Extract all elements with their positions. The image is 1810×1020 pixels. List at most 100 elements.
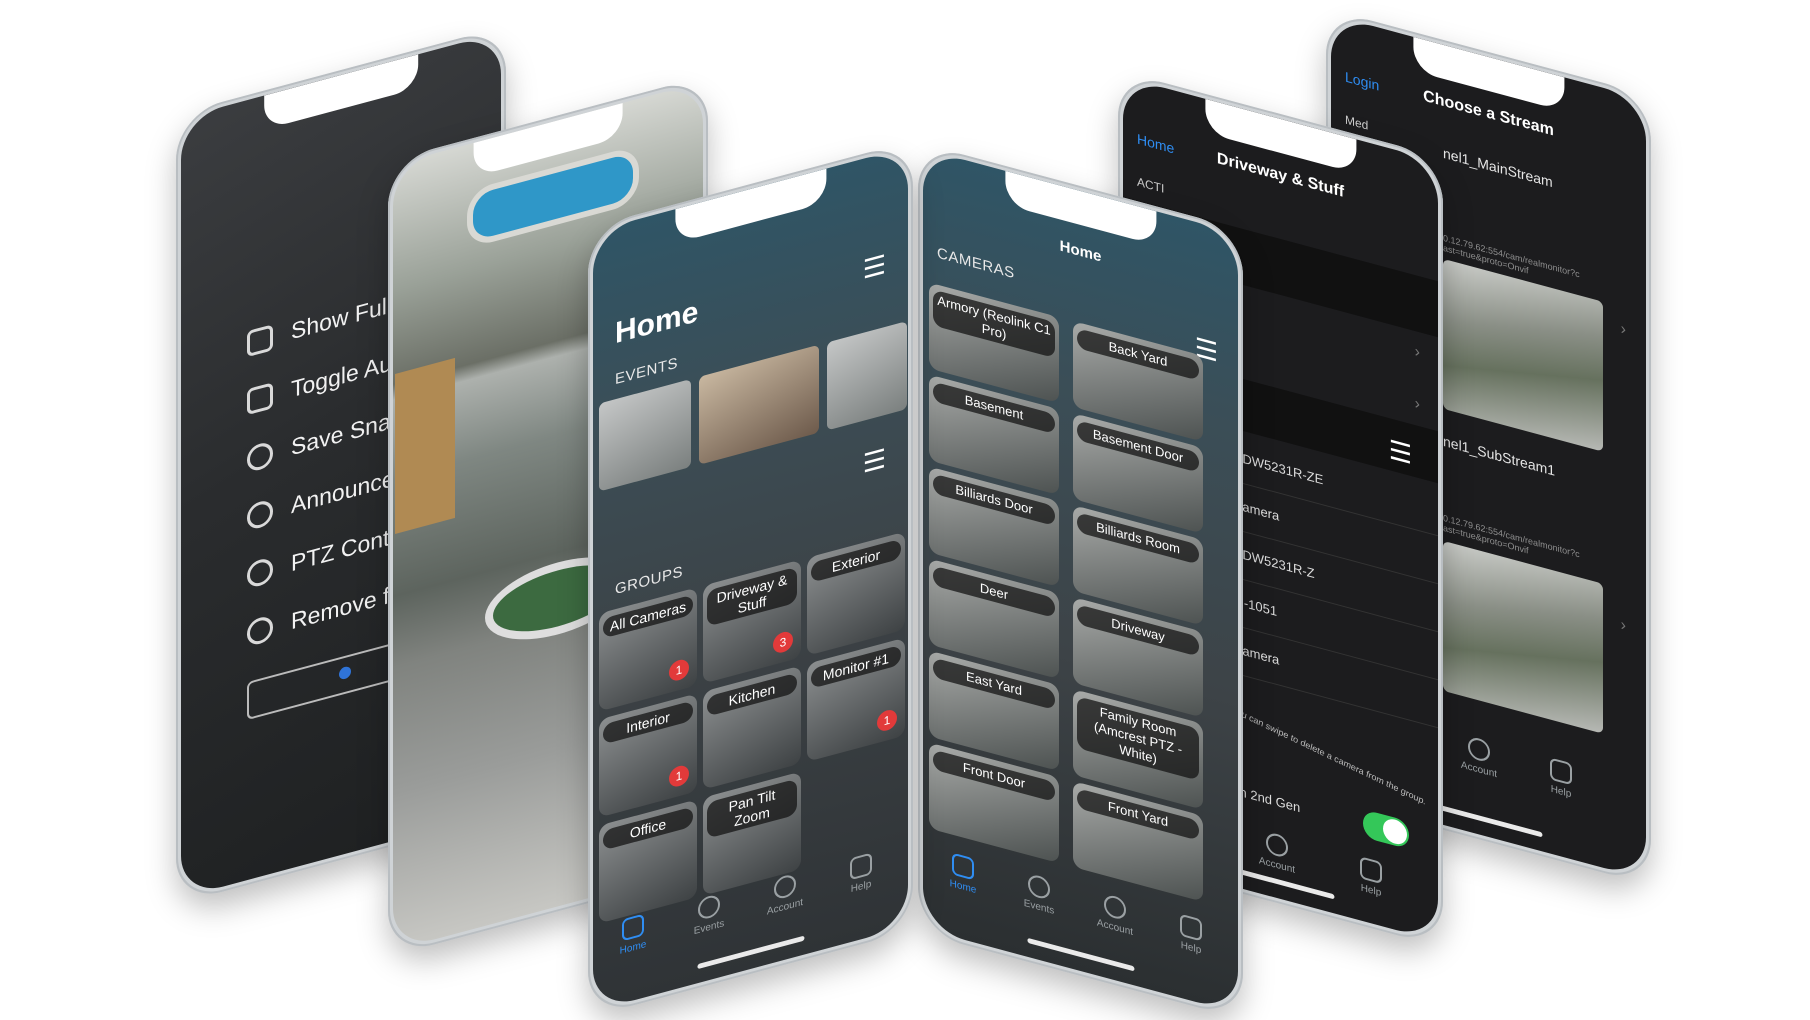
tab-label: Account [1096, 917, 1134, 939]
group-tile[interactable]: Driveway & Stuff 3 [703, 559, 801, 684]
group-label: Driveway & Stuff [707, 566, 797, 627]
group-label: Office [603, 806, 693, 851]
phone-notch [264, 54, 418, 130]
tab-account[interactable]: Account [1085, 888, 1145, 941]
action-announce[interactable]: Announce [247, 465, 395, 532]
home-screen: Home ☰ EVENTS ☰ GROUPS All Cameras 1 Dri… [593, 146, 908, 1012]
tab-label: Help [850, 878, 872, 896]
menu-icon[interactable]: ☰ [863, 249, 886, 286]
action-label: Save Snap [291, 404, 404, 461]
tab-label: Account [766, 896, 804, 918]
tab-help[interactable]: Help [1341, 851, 1401, 904]
tab-help[interactable]: Help [831, 847, 891, 900]
action-save-snapshot[interactable]: Save Snap [247, 404, 404, 473]
tab-events[interactable]: Events [1009, 868, 1069, 921]
account-icon [1468, 735, 1490, 764]
event-thumbnail[interactable] [599, 378, 691, 492]
group-tile[interactable]: Kitchen [703, 665, 801, 790]
cameras-section-label: CAMERAS [937, 244, 1015, 283]
account-icon [1266, 831, 1288, 860]
stream-name-sub[interactable]: nel1_SubStream1 [1443, 433, 1555, 479]
group-label: Kitchen [707, 672, 797, 717]
bug-icon [1180, 913, 1202, 942]
group-tile[interactable]: All Cameras 1 [599, 587, 697, 712]
chevron-right-icon: › [1620, 616, 1626, 635]
tab-account[interactable]: Account [1247, 826, 1307, 879]
action-remove[interactable]: Remove fro [247, 577, 410, 648]
download-icon [247, 439, 273, 473]
toggle-switch[interactable] [1363, 809, 1409, 850]
row-label: ch 2nd Gen [1233, 782, 1301, 816]
tab-label: Help [1360, 882, 1382, 900]
action-label: PTZ Contr [291, 521, 398, 577]
tab-home[interactable]: Home [933, 847, 993, 900]
camera-label: Armory (Reolink C1 Pro) [933, 289, 1055, 359]
tab-account[interactable]: Account [1449, 730, 1509, 783]
tab-label: Help [1180, 939, 1202, 957]
camera-feed-house [395, 357, 455, 534]
tab-label: Home [619, 938, 647, 958]
tab-label: Account [1258, 855, 1296, 876]
fullscreen-icon [247, 323, 273, 357]
event-thumbnail[interactable] [699, 344, 819, 465]
clock-icon [1028, 872, 1050, 901]
tab-label: Home [949, 877, 977, 897]
tab-home[interactable]: Home [603, 908, 663, 961]
tab-account[interactable]: Account [755, 868, 815, 921]
group-label: All Cameras [603, 594, 693, 639]
row-label: HDW5231R-Z [1233, 544, 1315, 582]
chevron-right-icon: › [1620, 320, 1626, 339]
phone-home: Home ☰ EVENTS ☰ GROUPS All Cameras 1 Dri… [588, 140, 913, 1018]
stream-left-label: Med [1345, 112, 1369, 133]
account-icon [1104, 893, 1126, 922]
tab-help[interactable]: Help [1161, 909, 1221, 962]
notification-badge: 3 [773, 629, 793, 655]
group-tile[interactable]: Exterior [807, 531, 905, 656]
cameras-screen: Home CAMERAS ☰ Armory (Reolink C1 Pro) B… [923, 148, 1238, 1014]
bell-icon [247, 613, 273, 647]
menu-icon[interactable]: ☰ [1389, 434, 1412, 471]
bug-icon [1360, 856, 1382, 885]
notification-badge: 1 [877, 707, 897, 734]
tab-label: Events [693, 918, 725, 938]
group-label: Pan Tilt Zoom [707, 778, 797, 839]
chevron-right-icon: › [1414, 394, 1420, 414]
tab-events[interactable]: Events [679, 888, 739, 941]
tab-label: Account [1460, 759, 1498, 781]
stream-thumbnail-sub[interactable] [1443, 540, 1603, 734]
tab-label: Events [1023, 897, 1055, 917]
group-label: Interior [603, 700, 693, 745]
tab-help[interactable]: Help [1531, 752, 1591, 805]
tab-label: Help [1550, 783, 1572, 801]
group-label: Monitor #1 [811, 644, 901, 689]
row-label: HDW5231R-ZE [1233, 448, 1324, 488]
group-label: Exterior [811, 538, 901, 583]
menu-icon[interactable]: ☰ [863, 443, 886, 480]
bell-icon [247, 497, 273, 531]
speaker-icon [247, 381, 273, 415]
action-label: Announce [291, 464, 395, 519]
event-thumbnail[interactable] [827, 321, 907, 431]
phone-cameras: Home CAMERAS ☰ Armory (Reolink C1 Pro) B… [918, 142, 1243, 1020]
action-ptz-controls[interactable]: PTZ Contr [247, 522, 397, 589]
home-indicator [1434, 803, 1543, 838]
bug-icon [1550, 757, 1572, 786]
stream-name-main[interactable]: nel1_MainStream [1443, 145, 1553, 190]
notification-badge: 1 [669, 763, 689, 789]
notification-badge: 1 [669, 657, 689, 683]
bug-icon [850, 852, 872, 881]
section-label: ACTI [1137, 174, 1165, 196]
action-toggle-audio[interactable]: Toggle Aud [247, 346, 405, 415]
group-tile[interactable]: Monitor #1 1 [807, 637, 905, 762]
chevron-right-icon: › [1414, 342, 1420, 362]
ptz-icon [247, 555, 273, 589]
page-title: Home [615, 294, 699, 351]
camera-label: Back Yard [1077, 328, 1199, 381]
home-icon [952, 852, 974, 881]
events-section-label: EVENTS [615, 354, 679, 389]
clock-icon [698, 893, 720, 922]
home-icon [622, 913, 644, 942]
group-tile[interactable]: Interior 1 [599, 693, 697, 818]
account-icon [774, 872, 796, 901]
marketing-composition: Show Full S Toggle Aud Save Snap Announc… [0, 0, 1810, 1020]
